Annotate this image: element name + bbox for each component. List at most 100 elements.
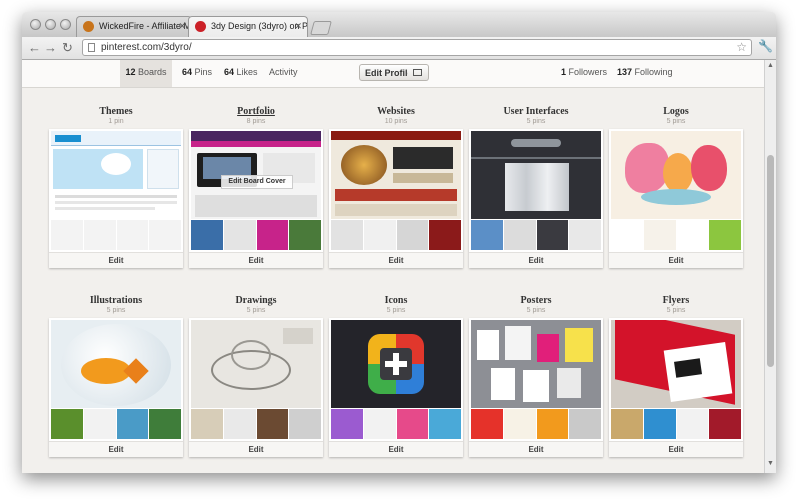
activity-tab[interactable]: Activity [269, 67, 298, 77]
vertical-scrollbar[interactable]: ▲ ▼ [764, 60, 776, 473]
boards-count: 12 [125, 67, 136, 77]
tab-title: 3dy Design (3dyro) on Pinter [211, 21, 308, 31]
board-title[interactable]: Flyers [609, 295, 743, 306]
board-pin-count: 5 pins [526, 307, 546, 314]
board-thumbnails [331, 409, 461, 439]
boards-tab[interactable]: 12 Boards [120, 60, 172, 87]
board-thumbnails [331, 220, 461, 250]
scroll-down-arrow-icon[interactable]: ▼ [767, 460, 774, 467]
tab-wickedfire[interactable]: WickedFire - Affiliate Market ✕ [76, 16, 192, 37]
followers-count: 1 [561, 67, 567, 77]
edit-board-button[interactable]: Edit [49, 441, 183, 457]
board-cover-image[interactable] [51, 131, 181, 219]
board-card[interactable]: Edit Board Cover Edit [189, 129, 323, 268]
pins-label: Pins [194, 67, 213, 77]
edit-board-button[interactable]: Edit [469, 252, 603, 268]
page-viewport: 12 Boards 64 Pins 64 Likes Activity Edit… [22, 60, 764, 473]
board-card[interactable]: Edit [329, 318, 463, 457]
board-card[interactable]: Edit [609, 129, 743, 268]
profile-picture-button[interactable] [408, 64, 429, 81]
new-tab-button[interactable] [310, 21, 332, 35]
pinterest-favicon-icon [195, 21, 206, 32]
board-cover-image[interactable] [331, 320, 461, 408]
pins-tab[interactable]: 64 Pins [182, 67, 212, 77]
board-title[interactable]: Icons [329, 295, 463, 306]
browser-toolbar: ← → ↻ pinterest.com/3dyro/ ☆ 🔧 [22, 37, 776, 60]
board-thumbnails [51, 409, 181, 439]
board-thumbnails [471, 409, 601, 439]
followers-label: Followers [568, 67, 608, 77]
board-pin-count: 5 pins [246, 307, 266, 314]
edit-board-button[interactable]: Edit [49, 252, 183, 268]
wrench-menu-icon[interactable]: 🔧 [758, 39, 773, 53]
back-arrow-icon[interactable]: ← [28, 39, 41, 57]
board-thumbnails [51, 220, 181, 250]
following-link[interactable]: 137 Following [617, 67, 673, 77]
board-title[interactable]: User Interfaces [469, 106, 603, 117]
board-card[interactable]: Edit [49, 318, 183, 457]
tab-close-icon[interactable]: ✕ [294, 21, 302, 32]
board-cover-image[interactable]: Edit Board Cover [191, 131, 321, 219]
address-bar[interactable]: pinterest.com/3dyro/ ☆ [82, 39, 752, 56]
board-thumbnails [611, 409, 741, 439]
edit-board-button[interactable]: Edit [189, 252, 323, 268]
likes-label: Likes [236, 67, 258, 77]
likes-tab[interactable]: 64 Likes [224, 67, 258, 77]
tab-bar: WickedFire - Affiliate Market ✕ 3dy Desi… [22, 12, 776, 38]
scroll-up-arrow-icon[interactable]: ▲ [767, 62, 774, 69]
page-icon [88, 43, 95, 52]
board-title[interactable]: Posters [469, 295, 603, 306]
board-card[interactable]: Edit [49, 129, 183, 268]
board-pin-count: 5 pins [386, 307, 406, 314]
minimize-window-button[interactable] [45, 19, 56, 30]
following-count: 137 [617, 67, 633, 77]
board-pin-count: 8 pins [246, 118, 266, 125]
board-cover-image[interactable] [611, 131, 741, 219]
tab-pinterest[interactable]: 3dy Design (3dyro) on Pinter ✕ [188, 16, 308, 37]
board-title[interactable]: Themes [49, 106, 183, 117]
scrollbar-thumb[interactable] [767, 155, 774, 367]
board-title[interactable]: Logos [609, 106, 743, 117]
browser-window: WickedFire - Affiliate Market ✕ 3dy Desi… [22, 12, 776, 473]
board-title[interactable]: Illustrations [49, 295, 183, 306]
board-card[interactable]: Edit [609, 318, 743, 457]
board-pin-count: 5 pins [526, 118, 546, 125]
tab-close-icon[interactable]: ✕ [178, 21, 186, 32]
boards-label: Boards [138, 67, 167, 77]
board-cover-image[interactable] [331, 131, 461, 219]
following-label: Following [634, 67, 673, 77]
bookmark-star-icon[interactable]: ☆ [736, 40, 747, 54]
pins-count: 64 [182, 67, 193, 77]
followers-link[interactable]: 1 Followers [561, 67, 607, 77]
board-thumbnails [471, 220, 601, 250]
edit-board-button[interactable]: Edit [609, 441, 743, 457]
board-cover-image[interactable] [471, 320, 601, 408]
wickedfire-favicon-icon [83, 21, 94, 32]
reload-icon[interactable]: ↻ [62, 39, 73, 57]
edit-board-button[interactable]: Edit [609, 252, 743, 268]
board-card[interactable]: Edit [189, 318, 323, 457]
url-text[interactable]: pinterest.com/3dyro/ [101, 42, 192, 53]
board-thumbnails [191, 409, 321, 439]
board-pin-count: 5 pins [106, 307, 126, 314]
board-card[interactable]: Edit [469, 318, 603, 457]
zoom-window-button[interactable] [60, 19, 71, 30]
edit-board-button[interactable]: Edit [189, 441, 323, 457]
board-card[interactable]: Edit [469, 129, 603, 268]
board-pin-count: 5 pins [666, 307, 686, 314]
edit-board-button[interactable]: Edit [329, 441, 463, 457]
edit-board-button[interactable]: Edit [329, 252, 463, 268]
forward-arrow-icon[interactable]: → [44, 39, 57, 57]
board-card[interactable]: Edit [329, 129, 463, 268]
board-title[interactable]: Websites [329, 106, 463, 117]
board-title[interactable]: Drawings [189, 295, 323, 306]
board-cover-image[interactable] [611, 320, 741, 408]
edit-board-button[interactable]: Edit [469, 441, 603, 457]
board-title[interactable]: Portfolio [189, 106, 323, 117]
likes-count: 64 [224, 67, 235, 77]
board-cover-image[interactable] [471, 131, 601, 219]
edit-board-cover-label[interactable]: Edit Board Cover [221, 175, 293, 189]
board-cover-image[interactable] [51, 320, 181, 408]
close-window-button[interactable] [30, 19, 41, 30]
board-cover-image[interactable] [191, 320, 321, 408]
